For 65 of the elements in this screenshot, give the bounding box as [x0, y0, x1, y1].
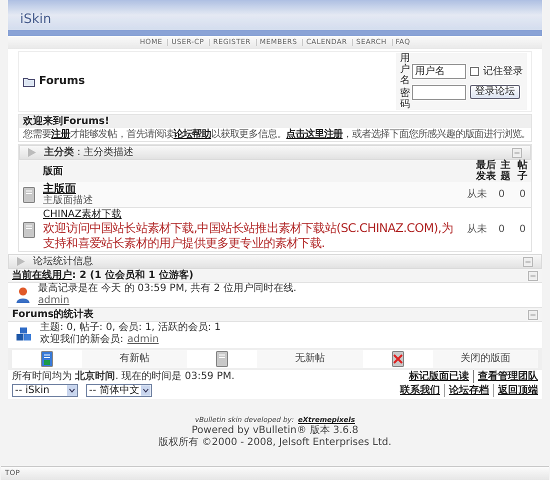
- footer-link[interactable]: 论坛存档: [444, 384, 489, 397]
- stats-heading: Forums的统计表: [12, 308, 94, 321]
- folder-icon: [23, 76, 35, 86]
- online-record: 最高记录是在 今天 的 03:59 PM, 共有 2 位用户同时在线.: [38, 283, 296, 295]
- forum-description: 主版面描述: [43, 195, 94, 207]
- cubes-icon: [16, 327, 32, 341]
- legend-label: 关闭的版面: [432, 350, 538, 368]
- column-header: 主题: [500, 160, 512, 182]
- username-field[interactable]: 用户名: [412, 64, 466, 78]
- login-button[interactable]: 登录论坛: [470, 85, 520, 99]
- collapse-icon[interactable]: [523, 256, 533, 266]
- register-link[interactable]: 论坛帮助: [173, 129, 212, 140]
- section-title: 论坛统计信息: [33, 256, 93, 266]
- stats-line: 主题: 0, 帖子: 0, 会员: 1, 活跃的会员: 1: [40, 322, 221, 334]
- dropdown-icon: [141, 385, 151, 396]
- username-label: 用户名: [400, 53, 410, 86]
- forum-icon: [23, 222, 35, 238]
- column-header: 最后发表: [475, 160, 497, 182]
- forum-link[interactable]: CHINAZ素材下载: [43, 208, 122, 221]
- last-post: 从未: [467, 188, 488, 202]
- page-title: Forums: [39, 73, 85, 90]
- column-header: 帖子: [516, 160, 528, 182]
- footer-link[interactable]: 查看管理团队: [473, 370, 538, 383]
- online-users-link[interactable]: 当前在线用户: [12, 270, 72, 281]
- play-icon[interactable]: [17, 257, 25, 266]
- legend-label: 无新帖: [257, 350, 363, 368]
- user-link[interactable]: admin: [38, 295, 70, 307]
- welcome-text: 您需要注册才能够发帖，首先请阅读论坛帮助以获取更多信息。点击这里注册，或者选择下面您所感兴趣的版面进行浏览。: [22, 128, 531, 141]
- collapse-icon[interactable]: [528, 310, 538, 320]
- section-title: 主分类 : 主分类描述: [44, 148, 134, 158]
- forum-description: 欢迎访问中国站长站素材下载,中国站长站推出素材下载站(SC.CHINAZ.COM),为支持和喜爱站长素材的用户提供更多更专业的素材下载.: [43, 221, 454, 251]
- welcome-heading: 欢迎来到Forums!: [19, 115, 531, 128]
- legend-label: 有新帖: [82, 350, 188, 368]
- select-field[interactable]: -- iSkin: [12, 384, 78, 397]
- logo[interactable]: iSkin: [20, 13, 52, 26]
- footer-link[interactable]: 返回顶端: [493, 384, 538, 397]
- post-count: 0: [518, 188, 527, 202]
- password-label: 密码: [400, 88, 410, 110]
- powered-by: Powered by vBulletin® 版本 3.6.8: [192, 425, 358, 437]
- last-post: 从未: [467, 222, 488, 237]
- remember-label: 记住登录: [483, 64, 523, 78]
- dropdown-icon: [67, 385, 77, 396]
- legend-icon: [392, 351, 404, 367]
- select-field[interactable]: -- 简体中文: [86, 384, 152, 397]
- post-count: 0: [518, 223, 527, 237]
- register-link[interactable]: 注册: [51, 129, 70, 140]
- password-field[interactable]: [412, 84, 466, 100]
- online-users-count: : 2 (1 位会员和 1 位游客): [72, 270, 194, 281]
- remember-checkbox[interactable]: [470, 66, 479, 76]
- register-link[interactable]: 点击这里注册: [286, 129, 343, 140]
- thread-count: 0: [497, 223, 506, 237]
- time-note: 所有时间均为 北京时间. 现在的时间是 03:59 PM.: [12, 370, 235, 383]
- column-header: 版面: [43, 164, 64, 178]
- user-icon: [16, 287, 30, 303]
- newest-member-link[interactable]: admin: [127, 334, 159, 346]
- footer-link[interactable]: 标记版面已读: [409, 370, 469, 383]
- copyright: 版权所有 ©2000 - 2008, Jelsoft Enterprises Ltd.: [158, 437, 392, 449]
- thread-count: 0: [497, 188, 506, 202]
- play-icon[interactable]: [28, 148, 36, 157]
- newest-member-label: 欢迎我们的新会员:: [40, 334, 124, 346]
- forum-icon: [23, 186, 35, 202]
- collapse-icon[interactable]: [528, 270, 538, 280]
- collapse-icon[interactable]: [512, 148, 522, 158]
- forum-link[interactable]: 主版面: [43, 182, 76, 195]
- footer-link[interactable]: 联系我们: [400, 384, 440, 397]
